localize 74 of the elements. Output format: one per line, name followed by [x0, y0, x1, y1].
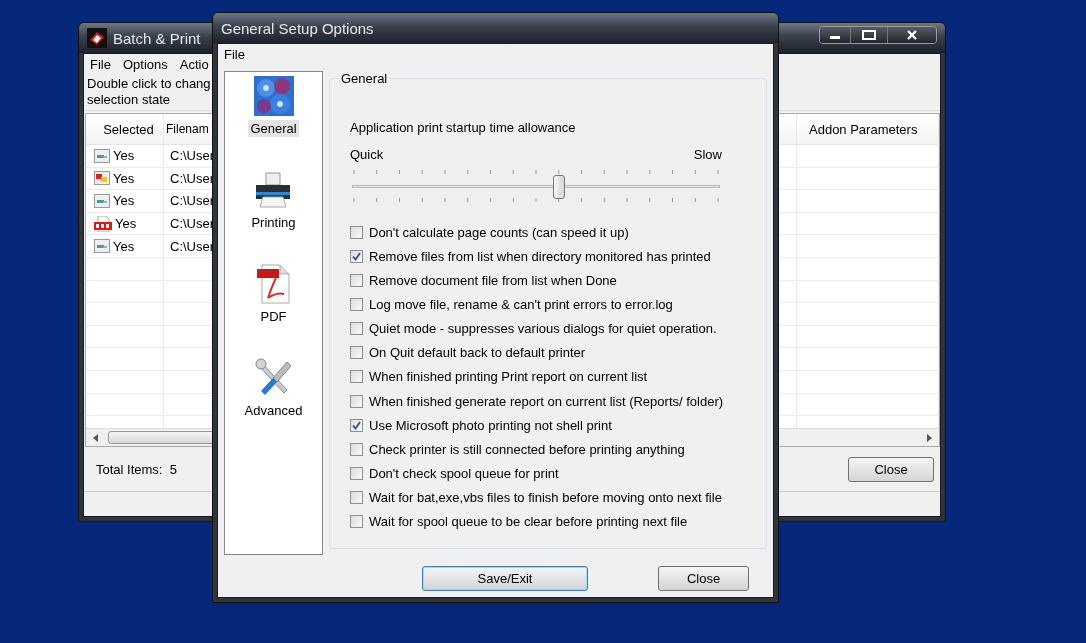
- category-item[interactable]: PDF: [258, 308, 289, 325]
- category-item[interactable]: General: [248, 120, 299, 137]
- table-cell: Yes: [115, 216, 137, 232]
- checkbox[interactable]: [350, 249, 363, 263]
- close-button[interactable]: [887, 27, 936, 43]
- checkbox[interactable]: [350, 273, 363, 287]
- checkbox-label: Log move file, rename & can't print errors to error.log: [369, 297, 673, 312]
- scroll-left-icon[interactable]: [92, 433, 100, 442]
- close-icon: [906, 30, 918, 40]
- slider-thumb[interactable]: [552, 175, 565, 199]
- table-cell: C:\User: [170, 193, 215, 209]
- table-cell: Yes: [113, 170, 135, 186]
- close-button[interactable]: Close: [848, 456, 934, 482]
- checkbox-label: Don't calculate page counts (can speed it up): [369, 224, 629, 240]
- save-button[interactable]: Save/Exit: [422, 566, 588, 591]
- checkbox-label: When finished printing Print report on current list: [369, 369, 648, 385]
- column-header[interactable]: Filenam: [166, 122, 209, 136]
- group-title: General: [340, 71, 389, 86]
- menu-item[interactable]: File: [224, 46, 245, 62]
- checkbox-label: Don't check spool queue for print: [369, 465, 559, 481]
- checkbox-label: Use Microsoft photo printing not shell print: [369, 417, 612, 433]
- table-cell: C:\User: [170, 216, 215, 232]
- pdf-file-icon: [94, 215, 112, 232]
- checkbox-label: Check printer is still connected before printing anything: [369, 441, 685, 457]
- checkbox[interactable]: [350, 418, 363, 432]
- close-button[interactable]: Close: [658, 566, 749, 591]
- checkbox-label: Wait for spool queue to be clear before printing next file: [369, 514, 688, 530]
- checkbox[interactable]: [350, 225, 363, 239]
- checkbox-label: On Quit default back to default printer: [369, 345, 586, 361]
- checkbox-label: When finished generate report on current list (Reports/ folder): [369, 393, 724, 409]
- checkbox-label: Remove document file from list when Done: [369, 272, 617, 288]
- window-title: General Setup Options: [221, 19, 374, 37]
- image-file-icon: [94, 194, 110, 208]
- window-title: Batch & Print: [113, 29, 201, 47]
- slider-label: Application print startup time allowance: [350, 120, 577, 135]
- menu-item[interactable]: Actio: [179, 56, 209, 72]
- maximize-button[interactable]: [850, 27, 887, 43]
- app-icon: [87, 28, 107, 48]
- table-cell: C:\User: [170, 238, 215, 254]
- checkbox[interactable]: [350, 346, 363, 360]
- table-cell: Yes: [113, 193, 135, 209]
- image-file-icon: [94, 239, 110, 254]
- slider-max-label: Slow: [693, 147, 722, 162]
- image-file-icon: [94, 171, 110, 186]
- slider[interactable]: [350, 168, 722, 204]
- category-item[interactable]: Printing: [249, 214, 298, 231]
- checkbox[interactable]: [350, 466, 363, 480]
- table-cell: Yes: [113, 238, 135, 254]
- pattern-icon: [253, 76, 294, 116]
- checkbox[interactable]: [350, 322, 363, 336]
- table-cell: C:\User: [170, 148, 215, 164]
- checkbox[interactable]: [350, 370, 363, 384]
- maximize-icon: [862, 30, 876, 40]
- menu-item[interactable]: File: [90, 56, 111, 72]
- pdf-document-icon: [255, 264, 292, 304]
- table-cell: Yes: [113, 148, 135, 164]
- menu-item[interactable]: Options: [122, 56, 168, 72]
- column-header[interactable]: Addon Parameters: [809, 121, 918, 137]
- scroll-right-icon[interactable]: [925, 433, 933, 442]
- checkbox-label: Remove files from list when directory monitored has printed: [369, 248, 711, 264]
- checkbox-label: Wait for bat,exe,vbs files to finish before moving onto next file: [369, 490, 722, 506]
- total-items-text: Total Items: 5: [96, 461, 177, 477]
- checkbox[interactable]: [350, 515, 363, 529]
- checkbox[interactable]: [350, 298, 363, 311]
- checkbox[interactable]: [350, 394, 363, 408]
- table-cell: C:\User: [170, 170, 215, 186]
- checkbox[interactable]: [350, 442, 363, 456]
- slider-min-label: Quick: [350, 147, 384, 162]
- image-file-icon: [94, 148, 110, 163]
- column-header[interactable]: Selected: [103, 121, 154, 137]
- checkbox[interactable]: [350, 491, 363, 505]
- category-item[interactable]: Advanced: [242, 402, 305, 419]
- checkbox-label: Quiet mode - suppresses various dialogs for quiet operation.: [369, 321, 717, 337]
- minimize-button[interactable]: [820, 27, 850, 43]
